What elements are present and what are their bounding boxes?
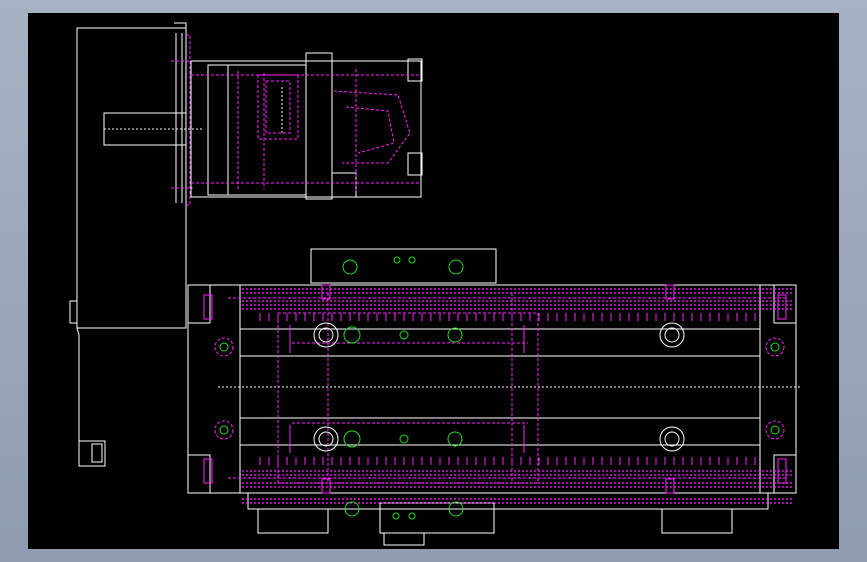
cad-viewport[interactable] [28, 13, 839, 549]
counterbore-hole [313, 322, 339, 348]
mounting-hole [770, 342, 780, 352]
mounting-hole [447, 327, 463, 343]
mounting-hole [219, 425, 229, 435]
counterbore-hole-inner [664, 431, 680, 447]
counterbore-hole-inner [318, 431, 334, 447]
mounting-hole [408, 512, 416, 520]
gearbox-view [190, 52, 423, 200]
mounting-hole [392, 512, 400, 520]
mounting-hole [448, 259, 464, 275]
mounting-hole [770, 425, 780, 435]
cad-drawing [69, 22, 802, 546]
mounting-hole [342, 259, 358, 275]
counterbore-hole [659, 426, 685, 452]
mounting-hole [408, 256, 416, 264]
linear-module-top-view [187, 248, 802, 546]
motor-side-view [69, 22, 203, 467]
mounting-hole [399, 330, 409, 340]
counterbore-hole [659, 322, 685, 348]
counterbore-hole-inner [664, 327, 680, 343]
mounting-hole [399, 434, 409, 444]
counterbore-hole [313, 426, 339, 452]
mounting-hole [393, 256, 401, 264]
counterbore-hole-inner [318, 327, 334, 343]
mounting-hole [447, 431, 463, 447]
mounting-hole [219, 342, 229, 352]
